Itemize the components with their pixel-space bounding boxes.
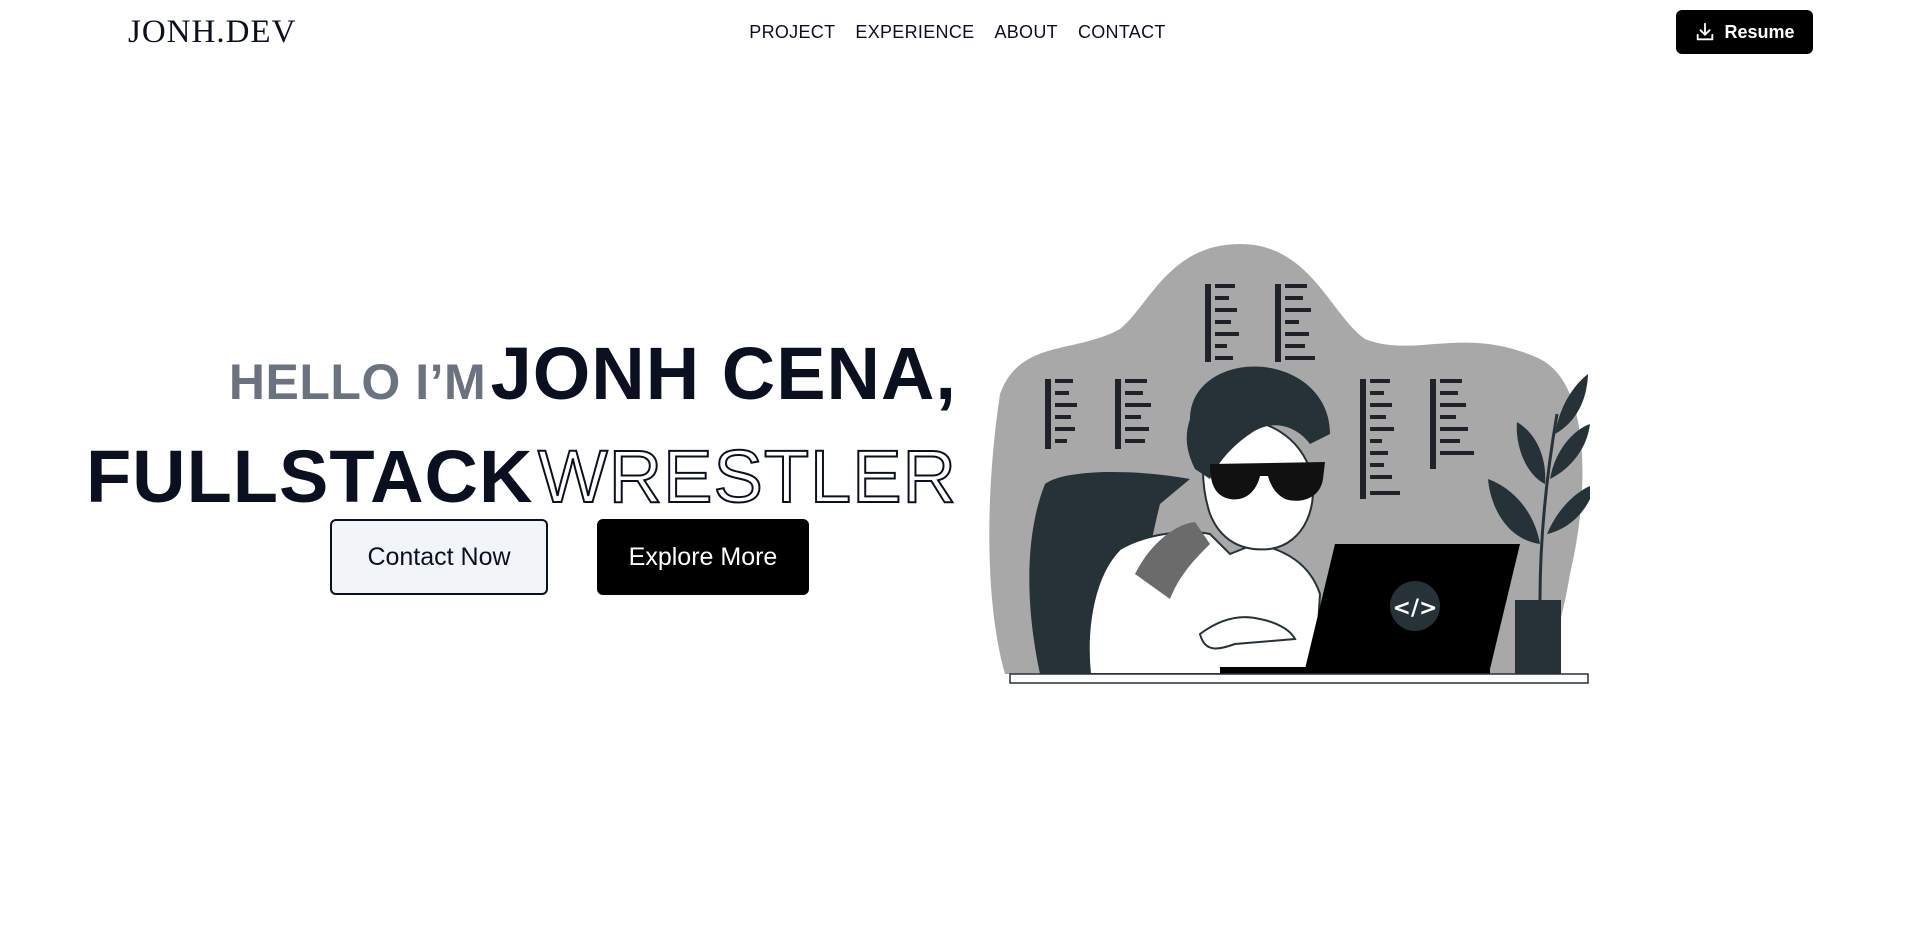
hero-name: JONH CENA,: [490, 332, 957, 415]
nav-experience[interactable]: EXPERIENCE: [855, 22, 974, 43]
person-shirt: [1087, 531, 1322, 675]
contact-now-button[interactable]: Contact Now: [330, 519, 548, 595]
hero-greeting: HELLO I’M: [228, 354, 487, 410]
nav-about[interactable]: ABOUT: [994, 22, 1058, 43]
developer-illustration: </>: [989, 244, 1590, 684]
resume-button[interactable]: Resume: [1676, 10, 1813, 54]
explore-more-button[interactable]: Explore More: [597, 519, 809, 595]
resume-label: Resume: [1724, 21, 1795, 42]
main-nav: PROJECT EXPERIENCE ABOUT CONTACT: [0, 22, 1915, 43]
hero-role: FULLSTACK: [85, 435, 534, 518]
nav-contact[interactable]: CONTACT: [1078, 22, 1166, 43]
laptop-code-text: </>: [1393, 596, 1438, 621]
desk: [1009, 673, 1589, 684]
nav-project[interactable]: PROJECT: [749, 22, 835, 43]
download-icon: [1697, 22, 1714, 41]
hero-role-outline: WRESTLER: [537, 435, 957, 519]
hero-headline: HELLO I’M JONH CENA, FULLSTACK WRESTLER: [86, 333, 957, 539]
